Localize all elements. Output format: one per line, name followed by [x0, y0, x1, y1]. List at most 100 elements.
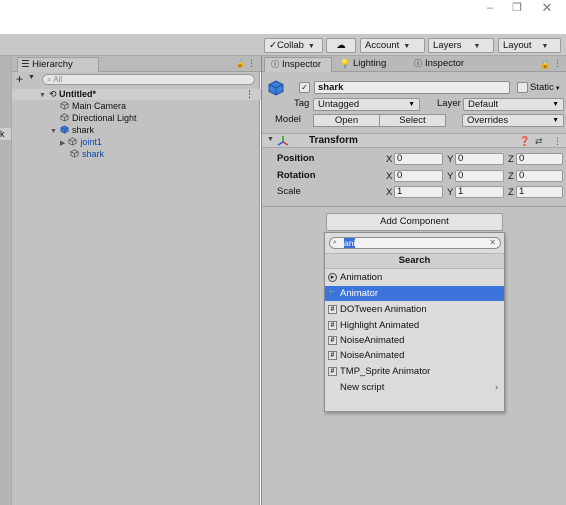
- overrides-dropdown[interactable]: Overrides ▼: [462, 114, 564, 127]
- static-dropdown[interactable]: Static▼: [530, 82, 561, 95]
- expand-arrow-icon[interactable]: ▼: [267, 136, 274, 143]
- collab-label: Collab: [276, 40, 304, 51]
- transform-header[interactable]: ▼ Transform ❓ ⇄ ⋮: [262, 133, 566, 148]
- component-item-animation[interactable]: ▸ Animation: [325, 270, 504, 285]
- account-dropdown[interactable]: Account ▼: [360, 38, 425, 53]
- tab-hierarchy[interactable]: ☰ Hierarchy: [17, 57, 99, 72]
- animator-icon: ⊢: [329, 289, 336, 296]
- maximize-button[interactable]: ❐: [500, 0, 534, 16]
- expand-arrow-icon[interactable]: ▼: [39, 92, 46, 99]
- kebab-menu-icon[interactable]: ⋮: [245, 89, 254, 100]
- x-axis-label: X: [386, 171, 393, 182]
- component-item-new-script[interactable]: New script ›: [325, 380, 504, 395]
- clear-icon[interactable]: ✕: [489, 238, 496, 248]
- scale-z-field[interactable]: 1: [516, 186, 563, 198]
- scene-tab-edge[interactable]: k: [0, 128, 11, 140]
- model-label: Model: [275, 114, 301, 125]
- item-label: Directional Light: [72, 113, 137, 123]
- chevron-down-icon: ▼: [403, 43, 411, 50]
- hierarchy-item[interactable]: Directional Light: [60, 113, 137, 124]
- component-search-input[interactable]: ⌕ ani ✕: [329, 237, 501, 249]
- top-toolbar: ✓Collab ▼ ☁ Account ▼ Layers ▼ Layout ▼: [0, 34, 566, 56]
- component-item-noiseanimated-2[interactable]: # NoiseAnimated: [325, 348, 504, 363]
- position-y-field[interactable]: 0: [455, 153, 504, 165]
- tab-inspector-2[interactable]: ⓘ Inspector: [408, 57, 480, 72]
- chevron-down-icon: ▼: [552, 117, 559, 124]
- lightbulb-icon: 💡: [340, 59, 350, 68]
- chevron-down-icon: ▼: [408, 101, 415, 108]
- search-placeholder: All: [53, 75, 63, 84]
- position-label: Position: [277, 153, 315, 164]
- hierarchy-item[interactable]: shark: [70, 149, 104, 160]
- expand-arrow-icon[interactable]: ▼: [50, 128, 57, 135]
- object-name-input[interactable]: shark: [314, 81, 510, 94]
- hierarchy-item[interactable]: ▶ joint1: [60, 137, 102, 148]
- position-x-field[interactable]: 0: [394, 153, 443, 165]
- rotation-z-field[interactable]: 0: [516, 170, 563, 182]
- expand-arrow-icon[interactable]: ▶: [60, 140, 65, 147]
- layers-label: Layers: [433, 40, 462, 51]
- tab-inspector[interactable]: ⓘ Inspector: [264, 57, 332, 72]
- select-button[interactable]: Select: [379, 114, 446, 127]
- gameobject-cube-icon: [60, 101, 69, 110]
- scene-name: Untitled*: [58, 89, 96, 99]
- scale-label: Scale: [277, 186, 301, 197]
- hierarchy-item[interactable]: Main Camera: [60, 101, 126, 112]
- script-icon: #: [328, 351, 337, 360]
- component-item-noiseanimated[interactable]: # NoiseAnimated: [325, 333, 504, 348]
- layout-dropdown[interactable]: Layout ▼: [498, 38, 561, 53]
- prefab-cube-icon: [60, 125, 69, 134]
- help-icon[interactable]: ❓: [519, 135, 530, 147]
- item-label: Animation: [340, 272, 383, 283]
- position-z-field[interactable]: 0: [516, 153, 563, 165]
- layout-label: Layout: [503, 40, 532, 51]
- component-item-dotween-animation[interactable]: # DOTween Animation: [325, 302, 504, 317]
- layers-dropdown[interactable]: Layers ▼: [428, 38, 494, 53]
- chevron-down-icon: ▼: [541, 43, 549, 50]
- rotation-label: Rotation: [277, 170, 316, 181]
- rotation-y-field[interactable]: 0: [455, 170, 504, 182]
- hierarchy-item[interactable]: ▼ shark: [50, 125, 94, 136]
- settings-sliders-icon[interactable]: ⇄: [535, 135, 543, 147]
- tag-dropdown[interactable]: Untagged ▼: [313, 98, 420, 111]
- hierarchy-tab-label: Hierarchy: [32, 59, 73, 70]
- lock-icon[interactable]: 🔒: [235, 59, 245, 68]
- scene-row[interactable]: ▼ ⟲ Untitled* ⋮: [12, 89, 261, 100]
- gameobject-cube-icon: [68, 137, 77, 146]
- layer-dropdown[interactable]: Default ▼: [463, 98, 564, 111]
- item-label: NoiseAnimated: [340, 335, 405, 346]
- component-item-animator[interactable]: ⊢ Animator: [325, 286, 504, 301]
- create-plus-button[interactable]: +: [16, 73, 23, 85]
- chevron-down-icon: ▼: [554, 86, 561, 92]
- chevron-right-icon: ›: [495, 382, 498, 392]
- component-item-tmp-sprite-animator[interactable]: # TMP_Sprite Animator: [325, 364, 504, 379]
- add-component-popup: ⌕ ani ✕ Search ▸ Animation ⊢ Animator # DOTw…: [324, 232, 505, 412]
- component-item-highlight-animated[interactable]: # Highlight Animated: [325, 318, 504, 333]
- account-label: Account: [365, 40, 400, 51]
- lock-icon[interactable]: 🔒: [540, 59, 551, 70]
- cloud-button[interactable]: ☁: [326, 38, 356, 53]
- kebab-menu-icon[interactable]: ⋮: [553, 58, 562, 69]
- script-icon: #: [328, 367, 337, 376]
- active-checkbox[interactable]: ✓: [299, 82, 310, 93]
- scale-x-field[interactable]: 1: [394, 186, 443, 198]
- rotation-x-field[interactable]: 0: [394, 170, 443, 182]
- prefab-cube-icon: [268, 80, 284, 96]
- tab-label: Inspector: [425, 58, 465, 69]
- item-label: shark: [82, 149, 105, 159]
- open-button[interactable]: Open: [313, 114, 380, 127]
- tab-lighting[interactable]: 💡 Lighting: [334, 57, 406, 72]
- gameobject-cube-icon: [70, 149, 79, 158]
- add-component-button[interactable]: Add Component: [326, 213, 503, 231]
- list-icon: ☰: [21, 59, 33, 70]
- kebab-menu-icon[interactable]: ⋮: [247, 58, 256, 69]
- chevron-down-icon[interactable]: ▼: [28, 74, 35, 81]
- item-label: joint1: [80, 137, 102, 147]
- static-checkbox[interactable]: [517, 82, 528, 93]
- close-button[interactable]: ✕: [530, 0, 564, 16]
- scale-y-field[interactable]: 1: [455, 186, 504, 198]
- hierarchy-search-input[interactable]: ⌕ All: [42, 74, 255, 85]
- kebab-menu-icon[interactable]: ⋮: [553, 135, 562, 147]
- collab-button[interactable]: ✓Collab ▼: [264, 38, 323, 53]
- y-axis-label: Y: [447, 171, 454, 182]
